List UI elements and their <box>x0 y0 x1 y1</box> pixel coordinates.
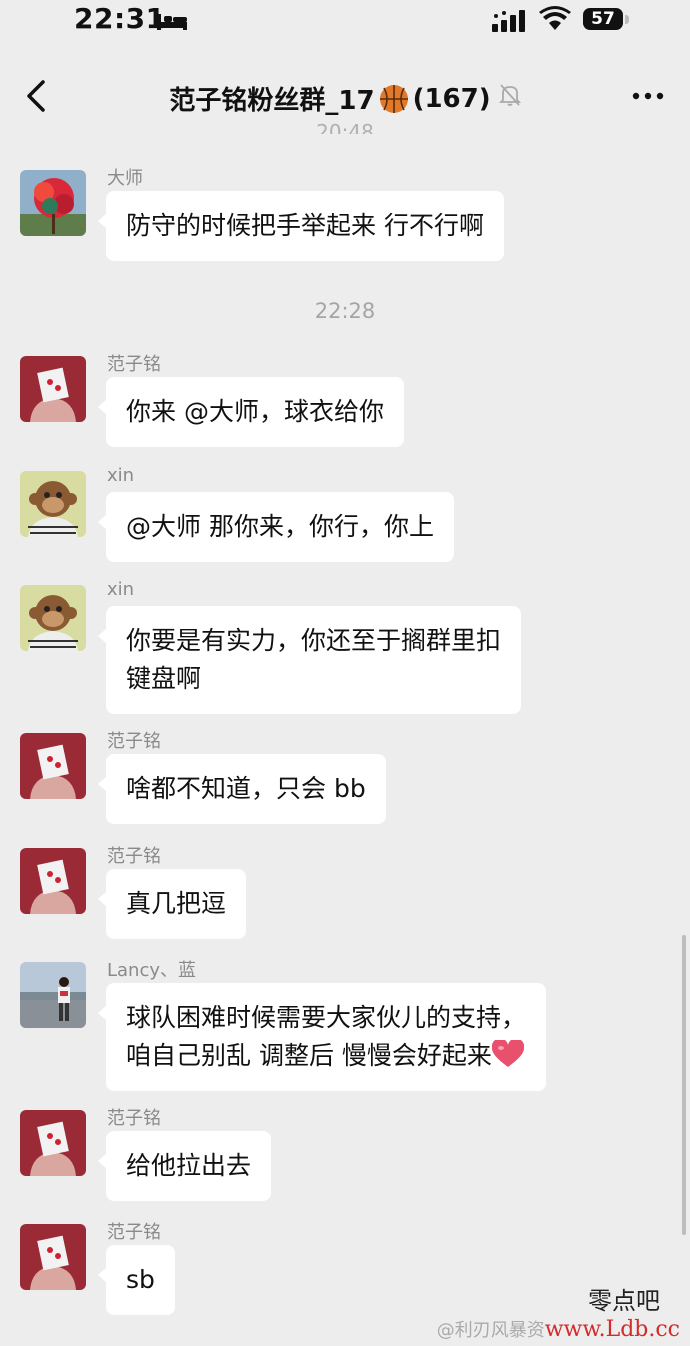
status-bar: 22:31 57 <box>0 0 690 46</box>
mute-bell-icon <box>498 83 521 114</box>
sender-name: 范子铭 <box>107 846 161 867</box>
message-text: 真几把逗 <box>126 889 227 918</box>
sender-name: 范子铭 <box>107 731 161 752</box>
sender-name: xin <box>107 579 135 600</box>
sender-name: 大师 <box>107 168 143 189</box>
sender-name: 范子铭 <box>107 1108 161 1129</box>
more-options-button[interactable] <box>628 84 668 108</box>
message-bubble[interactable]: 啥都不知道，只会 bb <box>98 754 386 824</box>
message-bubble[interactable]: 你来 @大师，球衣给你 <box>98 377 404 447</box>
time-divider: 22:28 <box>314 299 376 323</box>
message-text: 防守的时候把手举起来 行不行啊 <box>126 211 484 240</box>
message-bubble[interactable]: 球队困难时候需要大家伙儿的支持， 咱自己别乱 调整后 慢慢会好起来 <box>97 983 547 1091</box>
message-text-line-2: 键盘啊 <box>126 664 202 693</box>
scrollbar[interactable] <box>682 935 686 1235</box>
more-dots-icon <box>632 92 664 100</box>
avatar[interactable] <box>20 471 86 537</box>
message-text-line-1: 你要是有实力，你还至于搁群里扣 <box>126 626 502 655</box>
battery-icon: 57 <box>583 8 623 30</box>
heart-emoji-icon <box>491 1038 525 1067</box>
message-text: sb <box>126 1265 155 1294</box>
previous-timestamp-text: 20:48 <box>316 120 374 134</box>
message-bubble[interactable]: @大师 那你来，你行，你上 <box>98 492 454 562</box>
avatar[interactable] <box>20 962 86 1028</box>
watermark-logo-text: 零点吧 <box>588 1287 660 1315</box>
sleep-focus-icon <box>156 10 188 36</box>
message-text: 给他拉出去 <box>126 1151 252 1180</box>
wifi-icon <box>538 6 572 36</box>
message-text: 啥都不知道，只会 bb <box>126 774 366 803</box>
watermark-handle: @利刃风暴资 <box>436 1320 545 1341</box>
cellular-signal-icon <box>492 10 530 36</box>
watermark: 零点吧 @利刃风暴资www.Ldb.cc <box>437 1281 680 1342</box>
message-bubble[interactable]: 防守的时候把手举起来 行不行啊 <box>98 191 504 261</box>
avatar[interactable] <box>20 170 86 236</box>
previous-timestamp: 20:48 <box>0 112 690 134</box>
message-text: @大师 那你来，你行，你上 <box>126 512 434 541</box>
avatar[interactable] <box>20 848 86 914</box>
battery-tip <box>625 15 629 24</box>
member-count: (167) <box>412 83 491 114</box>
message-text: 你来 @大师，球衣给你 <box>126 397 384 426</box>
message-bubble[interactable]: sb <box>98 1245 175 1315</box>
avatar[interactable] <box>20 1224 86 1290</box>
message-bubble[interactable]: 给他拉出去 <box>97 1131 272 1201</box>
watermark-credit: @利刃风暴资www.Ldb.cc <box>437 1316 680 1342</box>
message-text-line-1: 球队困难时候需要大家伙儿的支持， <box>126 1003 527 1032</box>
sender-name: 范子铭 <box>107 354 161 375</box>
avatar[interactable] <box>20 585 86 651</box>
status-time: 22:31 <box>74 2 166 35</box>
message-bubble[interactable]: 真几把逗 <box>97 869 247 939</box>
avatar[interactable] <box>20 1110 86 1176</box>
message-bubble[interactable]: 你要是有实力，你还至于搁群里扣 键盘啊 <box>97 606 522 714</box>
watermark-site: www.Ldb.cc <box>544 1317 680 1342</box>
sender-name: 范子铭 <box>107 1222 161 1243</box>
avatar[interactable] <box>20 733 86 799</box>
sender-name: xin <box>107 465 135 486</box>
sender-name: Lancy、蓝 <box>107 960 197 981</box>
message-text-line-2-text: 咱自己别乱 调整后 慢慢会好起来 <box>126 1041 492 1070</box>
avatar[interactable] <box>20 356 86 422</box>
message-text-line-2: 咱自己别乱 调整后 慢慢会好起来 <box>126 1037 526 1075</box>
basketball-icon <box>379 84 409 114</box>
